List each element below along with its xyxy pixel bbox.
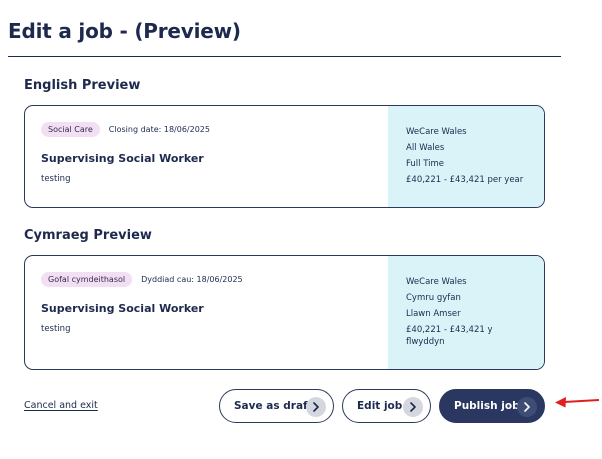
hours: Full Time [406, 159, 445, 169]
salary: £40,221 - £43,421 y flwyddyn [406, 325, 493, 347]
cancel-and-exit-link[interactable]: Cancel and exit [24, 400, 98, 411]
employer: WeCare Wales [406, 127, 467, 137]
closing-date: Dyddiad cau: 18/06/2025 [141, 275, 243, 284]
welsh-preview-heading: Cymraeg Preview [24, 228, 152, 243]
button-label: Save as draft [234, 400, 313, 412]
job-title: Supervising Social Worker [41, 152, 204, 165]
english-preview-card: Social Care Closing date: 18/06/2025 Sup… [24, 105, 545, 208]
closing-date: Closing date: 18/06/2025 [108, 125, 210, 134]
location: Cymru gyfan [406, 293, 461, 303]
red-arrow-icon [555, 397, 600, 408]
chevron-right-icon [306, 397, 326, 417]
tag-row: Gofal cymdeithasol Dyddiad cau: 18/06/20… [41, 272, 372, 287]
category-tag: Gofal cymdeithasol [41, 272, 133, 287]
tag-row: Social Care Closing date: 18/06/2025 [41, 122, 372, 137]
category-tag: Social Care [41, 122, 100, 137]
button-label: Edit job [357, 400, 403, 412]
page-title: Edit a job - (Preview) [8, 19, 241, 43]
save-as-draft-button[interactable]: Save as draft [219, 389, 334, 423]
edit-job-button[interactable]: Edit job [342, 389, 431, 423]
title-divider [8, 56, 561, 57]
chevron-right-icon [517, 397, 537, 417]
job-title: Supervising Social Worker [41, 302, 204, 315]
chevron-right-icon [403, 397, 423, 417]
english-preview-heading: English Preview [24, 78, 141, 93]
card-main: Gofal cymdeithasol Dyddiad cau: 18/06/20… [25, 256, 388, 369]
job-description: testing [41, 324, 71, 334]
welsh-preview-card: Gofal cymdeithasol Dyddiad cau: 18/06/20… [24, 255, 545, 370]
card-main: Social Care Closing date: 18/06/2025 Sup… [25, 106, 388, 207]
job-description: testing [41, 174, 71, 184]
employer: WeCare Wales [406, 277, 467, 287]
card-details: WeCare Wales Cymru gyfan Llawn Amser £40… [388, 256, 544, 369]
location: All Wales [406, 143, 445, 153]
publish-job-button[interactable]: Publish job [439, 389, 545, 423]
card-details: WeCare Wales All Wales Full Time £40,221… [388, 106, 544, 207]
salary: £40,221 - £43,421 per year [406, 175, 524, 185]
button-label: Publish job [454, 400, 520, 412]
hours: Llawn Amser [406, 309, 461, 319]
